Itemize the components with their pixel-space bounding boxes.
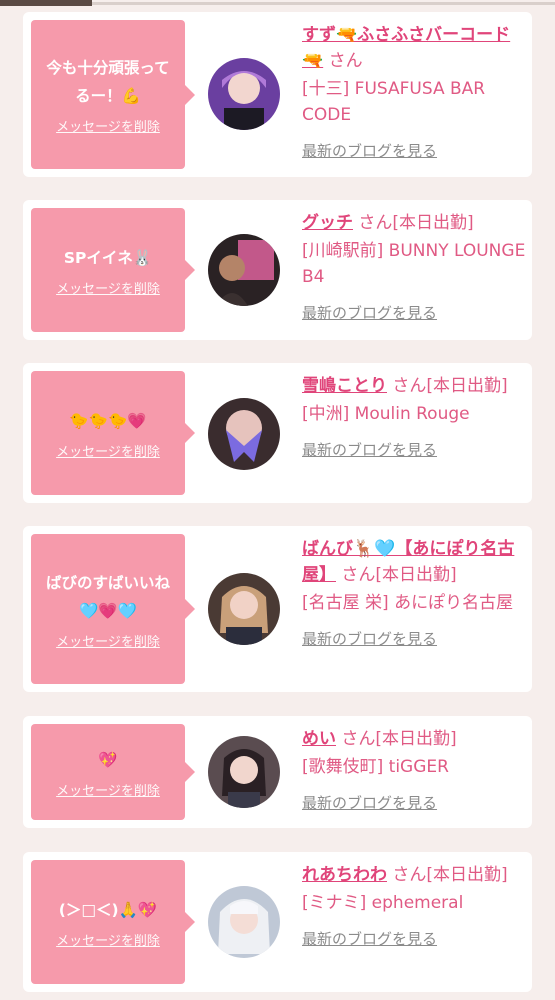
message-bubble: 今も十分頑張ってるー！💪 メッセージを削除 <box>31 20 195 169</box>
honorific: さん <box>358 213 393 233</box>
message-text: SPイイネ🐰 <box>63 248 153 267</box>
message-bubble: 🐤🐤🐤💗 メッセージを削除 <box>31 371 195 495</box>
message-text: 今も十分頑張ってるー！💪 <box>46 59 170 105</box>
avatar[interactable] <box>208 398 280 470</box>
cast-name-link[interactable]: れあちわわ <box>302 865 387 885</box>
avatar[interactable] <box>208 58 280 130</box>
cast-info: れあちわわ さん[本日出勤] [ミナミ] ephemeral 最新のブログを見る <box>302 862 526 952</box>
shop-name: [川崎駅前] BUNNY LOUNGE B4 <box>302 241 526 287</box>
delete-message-link[interactable]: メッセージを削除 <box>56 278 160 297</box>
delete-message-link[interactable]: メッセージを削除 <box>56 930 160 949</box>
shop-name: [十三] FUSAFUSA BAR CODE <box>302 79 486 125</box>
latest-blog-link[interactable]: 最新のブログを見る <box>302 437 526 463</box>
message-text: ばびのすばいいね🩵💗🩵 <box>45 573 170 620</box>
latest-blog-link[interactable]: 最新のブログを見る <box>302 626 526 652</box>
message-bubble: 💖 メッセージを削除 <box>31 724 195 820</box>
work-status: [本日出勤] <box>375 565 457 585</box>
delete-message-link[interactable]: メッセージを削除 <box>56 441 160 460</box>
latest-blog-link[interactable]: 最新のブログを見る <box>302 300 526 326</box>
shop-name: [中洲] Moulin Rouge <box>302 404 470 424</box>
top-divider <box>0 0 555 6</box>
avatar[interactable] <box>208 736 280 808</box>
avatar[interactable] <box>208 234 280 306</box>
message-text: 🐤🐤🐤💗 <box>69 411 147 430</box>
latest-blog-link[interactable]: 最新のブログを見る <box>302 790 526 816</box>
message-bubble: SPイイネ🐰 メッセージを削除 <box>31 208 195 332</box>
message-card: (＞□＜)🙏💖 メッセージを削除 れあちわわ さん[本日出勤] [ミナミ] ep… <box>23 852 532 992</box>
cast-info: ばんび🦌🩵【あにぽり名古屋】 さん[本日出勤] [名古屋 栄] あにぽり名古屋 … <box>302 536 526 652</box>
message-card: ばびのすばいいね🩵💗🩵 メッセージを削除 ばんび🦌🩵【あにぽり名古屋】 さん[本… <box>23 526 532 692</box>
honorific: さん <box>392 376 427 396</box>
cast-info: めい さん[本日出勤] [歌舞伎町] tiGGER 最新のブログを見る <box>302 726 526 816</box>
message-card: 🐤🐤🐤💗 メッセージを削除 雪嶋ことり さん[本日出勤] [中洲] Moulin… <box>23 363 532 503</box>
honorific: さん <box>341 729 376 749</box>
message-bubble: (＞□＜)🙏💖 メッセージを削除 <box>31 860 195 984</box>
honorific: さん <box>341 565 376 585</box>
message-card: 💖 メッセージを削除 めい さん[本日出勤] [歌舞伎町] tiGGER 最新の… <box>23 716 532 828</box>
top-divider-dark <box>0 0 92 6</box>
work-status: [本日出勤] <box>426 376 508 396</box>
cast-info: すず🔫ふさふさバーコード🔫 さん [十三] FUSAFUSA BAR CODE … <box>302 22 526 164</box>
message-text: (＞□＜)🙏💖 <box>58 900 158 919</box>
work-status: [本日出勤] <box>392 213 474 233</box>
delete-message-link[interactable]: メッセージを削除 <box>56 116 160 135</box>
delete-message-link[interactable]: メッセージを削除 <box>56 780 160 799</box>
cast-name-link[interactable]: めい <box>302 729 336 749</box>
top-divider-light <box>92 2 555 5</box>
latest-blog-link[interactable]: 最新のブログを見る <box>302 926 526 952</box>
work-status: [本日出勤] <box>375 729 457 749</box>
delete-message-link[interactable]: メッセージを削除 <box>56 631 160 650</box>
honorific: さん <box>328 51 363 71</box>
shop-name: [名古屋 栄] あにぽり名古屋 <box>302 593 514 613</box>
work-status: [本日出勤] <box>426 865 508 885</box>
message-text: 💖 <box>98 750 118 769</box>
avatar[interactable] <box>208 573 280 645</box>
message-card: SPイイネ🐰 メッセージを削除 グッチ さん[本日出勤] [川崎駅前] BUNN… <box>23 200 532 340</box>
shop-name: [歌舞伎町] tiGGER <box>302 757 449 777</box>
shop-name: [ミナミ] ephemeral <box>302 893 464 913</box>
honorific: さん <box>392 865 427 885</box>
cast-info: グッチ さん[本日出勤] [川崎駅前] BUNNY LOUNGE B4 最新のブ… <box>302 210 526 326</box>
message-bubble: ばびのすばいいね🩵💗🩵 メッセージを削除 <box>31 534 195 684</box>
message-card: 今も十分頑張ってるー！💪 メッセージを削除 すず🔫ふさふさバーコード🔫 さん [… <box>23 12 532 177</box>
cast-name-link[interactable]: 雪嶋ことり <box>302 376 387 396</box>
avatar[interactable] <box>208 886 280 958</box>
cast-name-link[interactable]: グッチ <box>302 213 353 233</box>
cast-info: 雪嶋ことり さん[本日出勤] [中洲] Moulin Rouge 最新のブログを… <box>302 373 526 463</box>
latest-blog-link[interactable]: 最新のブログを見る <box>302 138 526 164</box>
